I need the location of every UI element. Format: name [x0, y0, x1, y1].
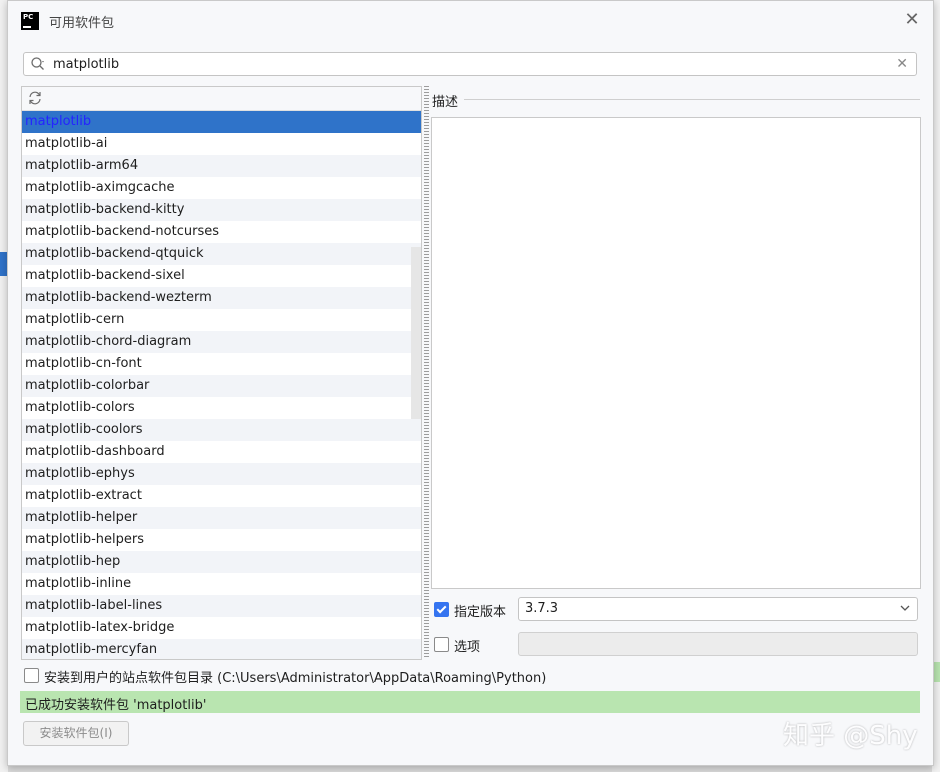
options-checkbox[interactable] [434, 637, 449, 652]
package-list: matplotlib matplotlib-ai matplotlib-arm64 m… [22, 111, 421, 659]
package-list-item[interactable]: matplotlib-coolors [22, 419, 421, 441]
package-list-item[interactable]: matplotlib-backend-wezterm [22, 287, 421, 309]
dialog-title: 可用软件包 [49, 16, 115, 31]
package-list-item[interactable]: matplotlib-chord-diagram [22, 331, 421, 353]
package-list-item[interactable]: matplotlib-cn-font [22, 353, 421, 375]
package-list-item[interactable]: matplotlib-mercyfan [22, 639, 421, 659]
package-list-item[interactable]: matplotlib-cern [22, 309, 421, 331]
package-list-item[interactable]: matplotlib-dashboard [22, 441, 421, 463]
specify-version-label: 指定版本 [454, 605, 507, 620]
package-list-item[interactable]: matplotlib-helper [22, 507, 421, 529]
refresh-icon[interactable] [27, 90, 43, 106]
package-list-item[interactable]: matplotlib-backend-qtquick [22, 243, 421, 265]
options-label: 选项 [454, 640, 481, 655]
package-list-item[interactable]: matplotlib-colorbar [22, 375, 421, 397]
search-icon[interactable] [30, 56, 46, 72]
specify-version-checkbox[interactable] [434, 602, 449, 617]
zhihu-watermark: 知乎 @Shy [783, 721, 918, 751]
version-select[interactable]: 3.7.3 [518, 597, 918, 621]
available-packages-dialog: PC 可用软件包 ✕ ✕ matplotlibmatplotlib-aimatp… [7, 0, 934, 766]
package-list-item[interactable]: matplotlib-backend-kitty [22, 199, 421, 221]
panel-splitter[interactable] [424, 86, 429, 658]
package-list-item[interactable]: matplotlib-hep [22, 551, 421, 573]
user-site-checkbox[interactable] [24, 668, 39, 683]
package-list-item[interactable]: matplotlib-colors [22, 397, 421, 419]
list-scrollbar-thumb[interactable] [411, 247, 421, 419]
search-input[interactable] [53, 55, 883, 73]
close-icon[interactable]: ✕ [901, 9, 923, 31]
search-field[interactable]: ✕ [23, 52, 917, 76]
version-value: 3.7.3 [525, 601, 559, 616]
package-list-item[interactable]: matplotlib-ai [22, 133, 421, 155]
package-list-item[interactable]: matplotlib-latex-bridge [22, 617, 421, 639]
chevron-down-icon [900, 605, 910, 611]
list-toolbar [22, 87, 421, 111]
package-list-item[interactable]: matplotlib-ephys [22, 463, 421, 485]
status-bar: 已成功安装软件包 'matplotlib' [20, 691, 920, 713]
user-site-label: 安装到用户的站点软件包目录 (C:\Users\Administrator\Ap… [44, 671, 547, 686]
install-package-button[interactable]: 安装软件包(I) [23, 721, 129, 746]
options-input [518, 632, 918, 656]
package-list-item[interactable]: matplotlib [22, 111, 421, 133]
package-list-item[interactable]: matplotlib-arm64 [22, 155, 421, 177]
package-list-item[interactable]: matplotlib-inline [22, 573, 421, 595]
description-divider [464, 99, 920, 100]
package-list-item[interactable]: matplotlib-helpers [22, 529, 421, 551]
package-list-item[interactable]: matplotlib-aximgcache [22, 177, 421, 199]
description-label: 描述 [432, 95, 459, 110]
title-bar: PC 可用软件包 ✕ [8, 1, 933, 41]
package-list-item[interactable]: matplotlib-extract [22, 485, 421, 507]
package-list-item[interactable]: matplotlib-backend-notcurses [22, 221, 421, 243]
package-list-item[interactable]: matplotlib-label-lines [22, 595, 421, 617]
package-list-panel: matplotlib matplotlib-ai matplotlib-arm64 m… [21, 86, 422, 660]
clear-search-icon[interactable]: ✕ [896, 54, 908, 74]
status-message: 已成功安装软件包 'matplotlib' [25, 698, 207, 713]
package-list-item[interactable]: matplotlib-backend-sixel [22, 265, 421, 287]
description-box [431, 117, 921, 589]
pycharm-app-icon: PC [21, 12, 39, 30]
